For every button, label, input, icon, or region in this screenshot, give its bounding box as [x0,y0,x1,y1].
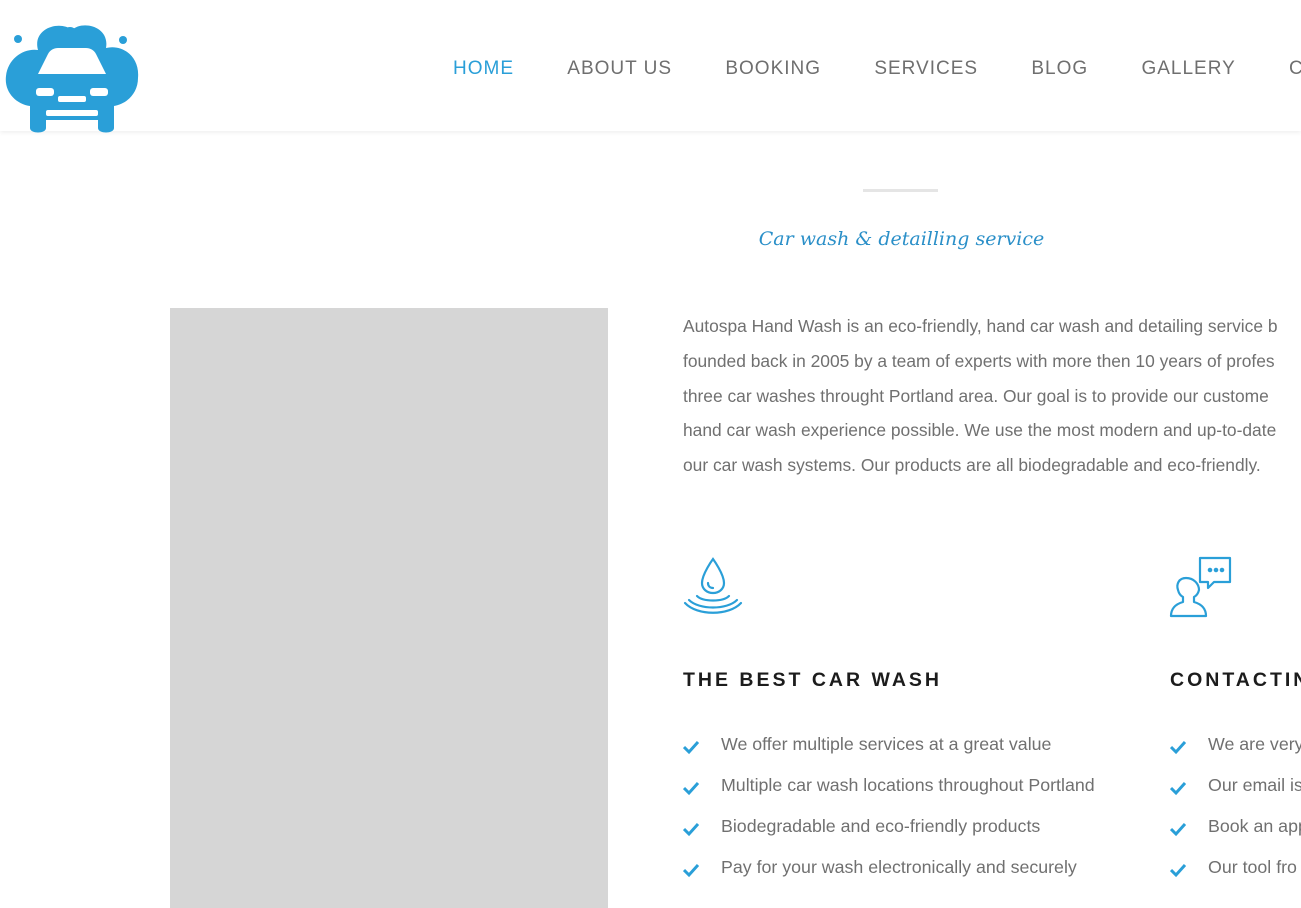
intro-line: founded back in 2005 by a team of expert… [683,350,1275,371]
list-item: Our email is [1169,772,1301,813]
feature-title: CONTACTIN [1170,669,1301,691]
nav-services[interactable]: SERVICES [874,58,978,80]
car-wash-logo-icon [5,25,139,133]
nav-booking[interactable]: BOOKING [725,58,821,80]
list-item: Our tool fro [1169,854,1301,895]
main-nav: HOME ABOUT US BOOKING SERVICES BLOG GALL… [453,58,1301,80]
nav-blog[interactable]: BLOG [1031,58,1088,80]
list-item: We offer multiple services at a great va… [682,731,1095,772]
intro-line: three car washes throught Portland area.… [683,385,1269,406]
feature-list: We offer multiple services at a great va… [682,731,1095,895]
nav-gallery[interactable]: GALLERY [1141,58,1235,80]
list-item: We are very [1169,731,1301,772]
checkmark-icon [1169,818,1187,837]
checkmark-icon [682,736,700,755]
person-chat-icon [1168,556,1232,625]
nav-about-us[interactable]: ABOUT US [567,58,672,80]
nav-contact[interactable]: CON [1289,58,1301,80]
about-intro-text: Autospa Hand Wash is an eco-friendly, ha… [683,309,1301,483]
intro-line: our car wash systems. Our products are a… [683,455,1261,476]
checkmark-icon [1169,736,1187,755]
list-item: Book an app [1169,813,1301,854]
section-divider [863,189,938,192]
intro-line: Autospa Hand Wash is an eco-friendly, ha… [683,316,1278,336]
checkmark-icon [1169,777,1187,796]
checkmark-icon [682,777,700,796]
list-item: Multiple car wash locations throughout P… [682,772,1095,813]
section-tagline: Car wash & detailling service [758,228,1045,250]
checkmark-icon [682,818,700,837]
about-image [170,308,608,908]
list-item: Biodegradable and eco-friendly products [682,813,1095,854]
feature-title: THE BEST CAR WASH [683,669,943,691]
nav-home[interactable]: HOME [453,58,514,80]
feature-list: We are very Our email is Book an app Our… [1169,731,1301,895]
site-header: HOME ABOUT US BOOKING SERVICES BLOG GALL… [0,0,1301,133]
list-item: Pay for your wash electronically and sec… [682,854,1095,895]
logo[interactable] [2,20,142,138]
intro-line: hand car wash experience possible. We us… [683,420,1277,441]
water-drop-icon [683,556,743,621]
checkmark-icon [682,859,700,878]
checkmark-icon [1169,859,1187,878]
